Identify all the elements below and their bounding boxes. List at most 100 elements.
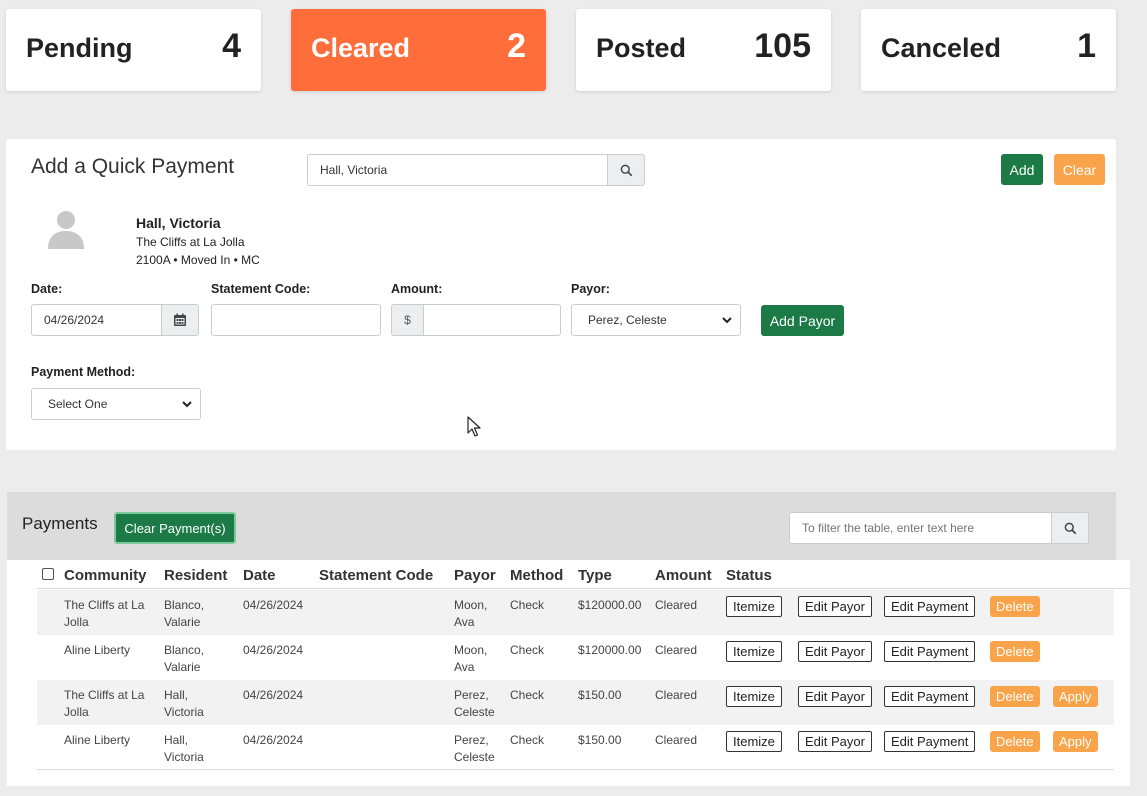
cell-resident: Blanco, Valarie xyxy=(164,598,205,629)
column-header-payor[interactable]: Payor xyxy=(454,567,496,584)
cell-date: 04/26/2024 xyxy=(243,688,304,702)
search-icon xyxy=(1064,522,1076,534)
status-card-posted[interactable]: Posted 105 xyxy=(576,9,831,91)
status-card-label: Posted xyxy=(596,33,687,63)
resident-search xyxy=(307,154,645,186)
cell-type-amount: $120000.00 xyxy=(578,598,642,612)
itemize-button[interactable]: Itemize xyxy=(726,731,782,752)
column-header-method[interactable]: Method xyxy=(510,567,563,584)
resident-name: Hall, Victoria xyxy=(136,215,221,231)
date-field xyxy=(31,304,201,336)
search-icon xyxy=(620,164,632,176)
edit-payment-button[interactable]: Edit Payment xyxy=(884,596,976,617)
payor-label: Payor: xyxy=(571,282,610,296)
statement-code-input[interactable] xyxy=(211,304,381,336)
table-row: Aline Liberty Blanco, Valarie 04/26/2024… xyxy=(37,635,1114,680)
statement-code-label: Statement Code: xyxy=(211,282,311,296)
amount-input[interactable] xyxy=(423,304,561,336)
column-header-amount[interactable]: Amount xyxy=(655,567,712,584)
cursor-icon xyxy=(467,416,481,437)
edit-payor-button[interactable]: Edit Payor xyxy=(798,686,872,707)
itemize-button[interactable]: Itemize xyxy=(726,596,782,617)
date-picker-button[interactable] xyxy=(162,304,199,336)
status-card-count: 4 xyxy=(222,27,241,65)
clear-payments-button[interactable]: Clear Payment(s) xyxy=(114,512,236,544)
itemize-button[interactable]: Itemize xyxy=(726,641,782,662)
select-all-checkbox[interactable] xyxy=(42,568,54,580)
column-header-resident[interactable]: Resident xyxy=(164,567,227,584)
column-header-statement-code[interactable]: Statement Code xyxy=(319,567,433,584)
table-row: The Cliffs at La Jolla Blanco, Valarie 0… xyxy=(37,590,1114,635)
cell-community: The Cliffs at La Jolla xyxy=(64,598,145,629)
add-payor-button[interactable]: Add Payor xyxy=(761,305,844,336)
cell-date: 04/26/2024 xyxy=(243,598,304,612)
avatar-placeholder-icon xyxy=(48,211,84,249)
payment-method-label: Payment Method: xyxy=(31,365,136,379)
apply-button[interactable]: Apply xyxy=(1053,731,1098,752)
delete-button[interactable]: Delete xyxy=(990,731,1040,752)
status-card-count: 2 xyxy=(507,27,526,65)
chevron-down-icon xyxy=(182,401,192,408)
resident-search-input[interactable] xyxy=(307,154,608,186)
status-card-label: Canceled xyxy=(881,33,1002,63)
apply-button[interactable]: Apply xyxy=(1053,686,1098,707)
payor-selected: Perez, Celeste xyxy=(588,313,667,327)
currency-prefix: $ xyxy=(391,304,423,336)
amount-label: Amount: xyxy=(391,282,443,296)
clear-button[interactable]: Clear xyxy=(1054,154,1105,185)
payments-title: Payments xyxy=(22,514,98,533)
resident-community: The Cliffs at La Jolla xyxy=(136,235,245,249)
cell-method: Check xyxy=(510,733,545,747)
cell-status: Cleared xyxy=(655,733,698,747)
payments-header: Payments Clear Payment(s) xyxy=(7,492,1116,560)
delete-button[interactable]: Delete xyxy=(990,596,1040,617)
status-card-pending[interactable]: Pending 4 xyxy=(6,9,261,91)
cell-type-amount: $120000.00 xyxy=(578,643,642,657)
amount-field: $ xyxy=(391,304,561,336)
cell-resident: Hall, Victoria xyxy=(164,733,204,764)
cell-status: Cleared xyxy=(655,598,698,612)
edit-payor-button[interactable]: Edit Payor xyxy=(798,731,872,752)
delete-button[interactable]: Delete xyxy=(990,686,1040,707)
status-card-label: Cleared xyxy=(311,33,411,63)
status-card-canceled[interactable]: Canceled 1 xyxy=(861,9,1116,91)
table-row: Aline Liberty Hall, Victoria 04/26/2024 … xyxy=(37,725,1114,770)
column-header-status[interactable]: Status xyxy=(726,567,772,584)
cell-resident: Hall, Victoria xyxy=(164,688,204,719)
edit-payment-button[interactable]: Edit Payment xyxy=(884,641,976,662)
cell-payor: Moon, Ava xyxy=(454,643,488,674)
status-card-label: Pending xyxy=(26,33,133,63)
add-button[interactable]: Add xyxy=(1001,154,1043,185)
itemize-button[interactable]: Itemize xyxy=(726,686,782,707)
table-filter xyxy=(789,512,1089,544)
status-card-count: 105 xyxy=(754,27,811,65)
cell-payor: Perez, Celeste xyxy=(454,688,495,719)
quick-payment-panel: Add a Quick Payment Add Clear Hall, Vict… xyxy=(6,139,1116,450)
date-input[interactable] xyxy=(31,304,162,336)
cell-community: Aline Liberty xyxy=(64,643,131,657)
status-card-count: 1 xyxy=(1077,27,1096,65)
filter-search-button[interactable] xyxy=(1052,512,1089,544)
delete-button[interactable]: Delete xyxy=(990,641,1040,662)
table-filter-input[interactable] xyxy=(789,512,1052,544)
cell-method: Check xyxy=(510,598,545,612)
column-header-community[interactable]: Community xyxy=(64,567,147,584)
payment-method-select[interactable]: Select One xyxy=(31,388,201,420)
cell-community: Aline Liberty xyxy=(64,733,131,747)
date-label: Date: xyxy=(31,282,63,296)
cell-date: 04/26/2024 xyxy=(243,733,304,747)
edit-payor-button[interactable]: Edit Payor xyxy=(798,641,872,662)
chevron-down-icon xyxy=(722,317,732,324)
status-card-cleared[interactable]: Cleared 2 xyxy=(291,9,546,91)
cell-payor: Perez, Celeste xyxy=(454,733,495,764)
cell-resident: Blanco, Valarie xyxy=(164,643,205,674)
cell-method: Check xyxy=(510,688,545,702)
edit-payment-button[interactable]: Edit Payment xyxy=(884,686,976,707)
search-button[interactable] xyxy=(608,154,645,186)
cell-method: Check xyxy=(510,643,545,657)
edit-payment-button[interactable]: Edit Payment xyxy=(884,731,976,752)
column-header-date[interactable]: Date xyxy=(243,567,276,584)
edit-payor-button[interactable]: Edit Payor xyxy=(798,596,872,617)
payor-select[interactable]: Perez, Celeste xyxy=(571,304,741,336)
column-header-type[interactable]: Type xyxy=(578,567,612,584)
